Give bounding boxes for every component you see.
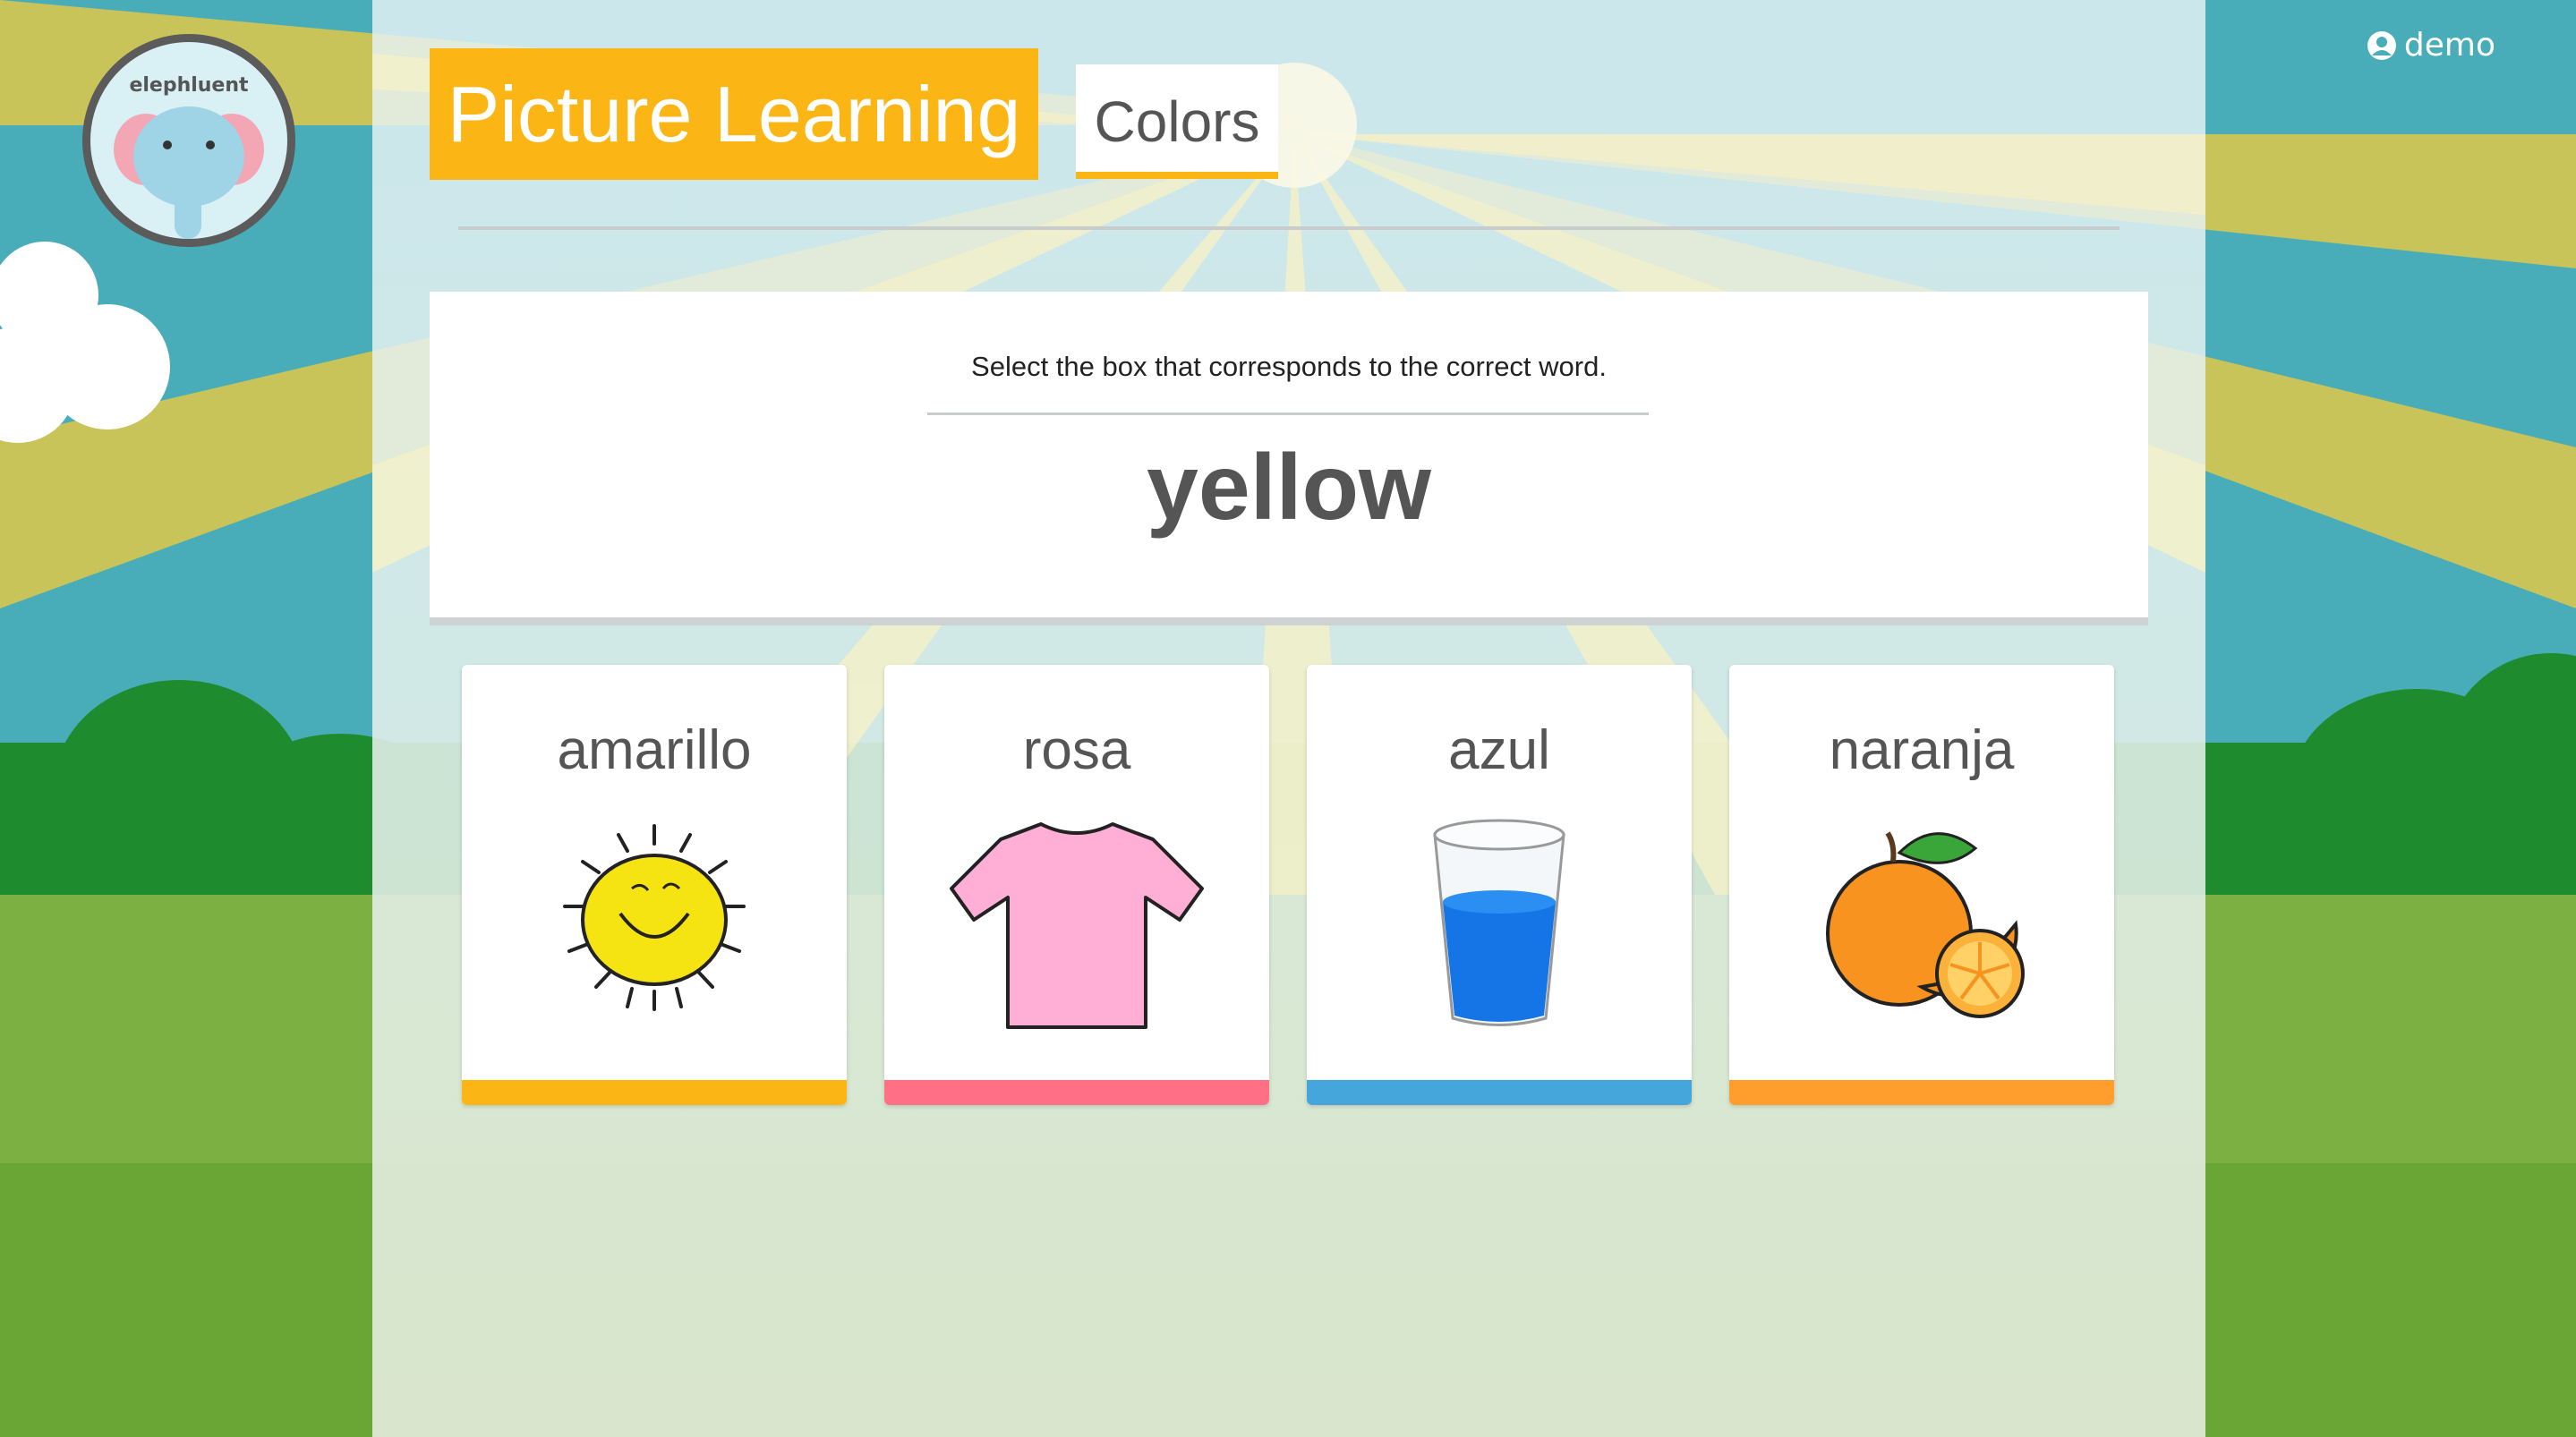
elephant-icon <box>114 106 264 239</box>
blue-water-glass-icon <box>1433 819 1565 1026</box>
elephluent-logo[interactable]: elephluent <box>82 34 295 247</box>
choice-color-bar <box>1729 1080 2114 1105</box>
choice-label: azul <box>1448 719 1550 781</box>
choice-card-amarillo[interactable]: amarillo <box>462 665 847 1105</box>
choice-color-bar <box>1307 1080 1692 1105</box>
choice-color-bar <box>462 1080 847 1105</box>
tab-colors[interactable]: Colors <box>1076 64 1278 179</box>
choice-label: amarillo <box>557 719 752 781</box>
choice-card-naranja[interactable]: naranja <box>1729 665 2114 1105</box>
choice-label: naranja <box>1829 719 2015 781</box>
user-menu[interactable]: demo <box>2367 27 2495 64</box>
question-card: Select the box that corresponds to the c… <box>430 292 2148 625</box>
question-divider <box>927 412 1649 415</box>
main-panel: Picture Learning Colors Select the box t… <box>372 0 2205 1437</box>
choice-card-rosa[interactable]: rosa <box>884 665 1269 1105</box>
user-name: demo <box>2403 27 2495 64</box>
sun-icon <box>563 824 746 1011</box>
choice-cards: amarillo rosa azul naranja <box>462 665 2116 1105</box>
logo-text: elephluent <box>129 74 249 97</box>
header-divider <box>458 226 2120 230</box>
user-avatar-icon <box>2367 30 2396 60</box>
target-word: yellow <box>1147 436 1431 540</box>
pink-shirt-icon <box>950 822 1204 1029</box>
choice-color-bar <box>884 1080 1269 1105</box>
choice-label: rosa <box>1022 719 1131 781</box>
orange-fruit-icon <box>1826 831 2025 1018</box>
choice-card-azul[interactable]: azul <box>1307 665 1692 1105</box>
page-title: Picture Learning <box>430 48 1038 180</box>
instruction-text: Select the box that corresponds to the c… <box>971 351 1607 382</box>
